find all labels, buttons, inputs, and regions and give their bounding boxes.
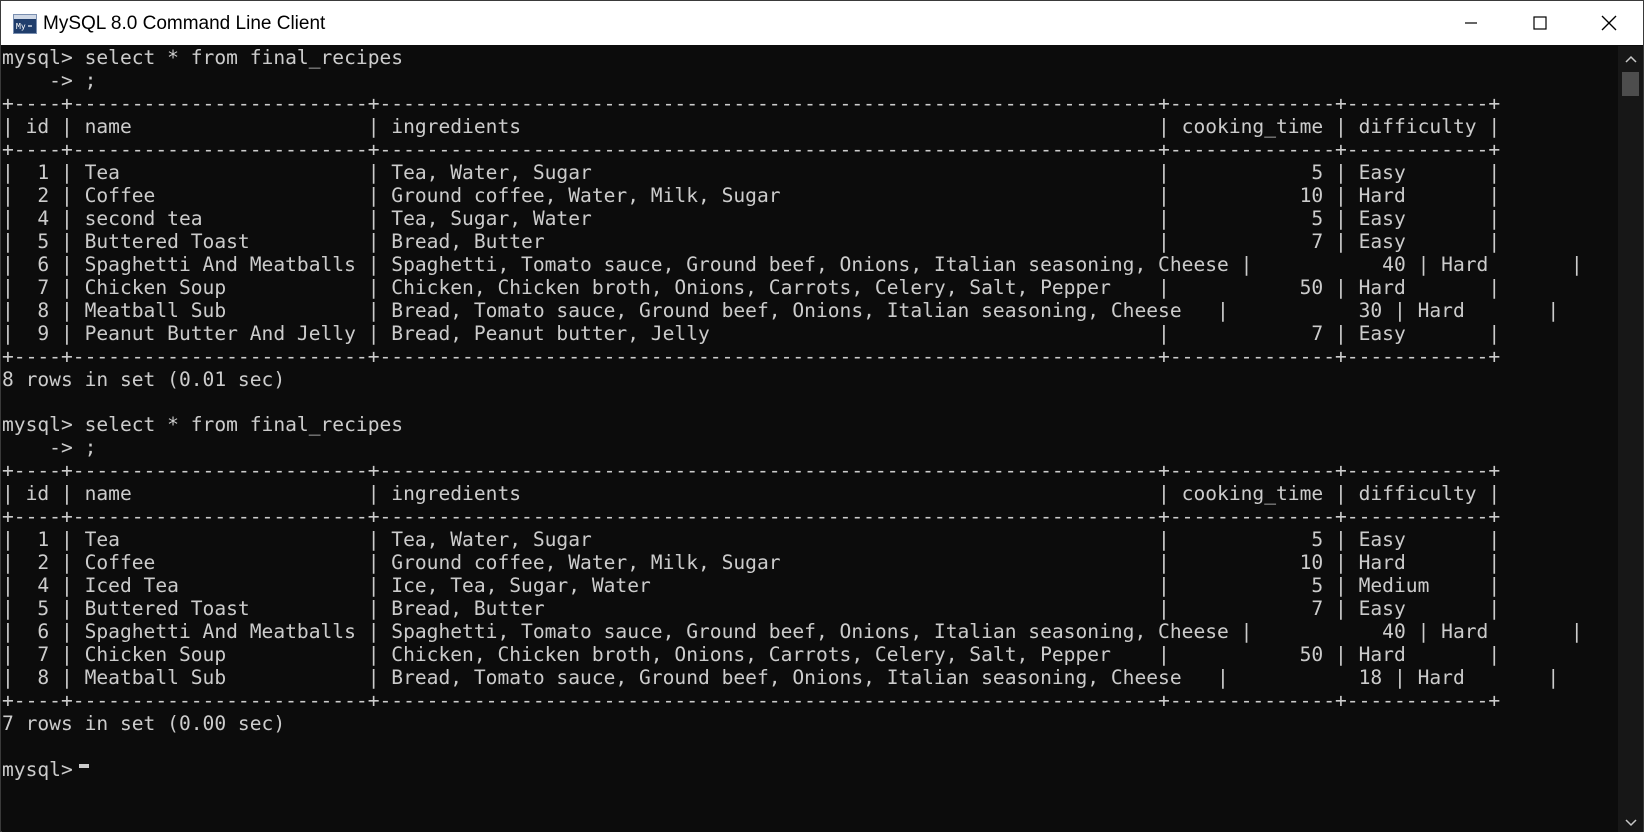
table-row: | 4 | second tea | Tea, Sugar, Water | 5…: [2, 207, 1501, 230]
table-row: | 4 | Iced Tea | Ice, Tea, Sugar, Water …: [2, 574, 1501, 597]
maximize-icon: [1532, 16, 1547, 30]
console-line-continuation-2: -> ;: [2, 436, 97, 459]
maximize-button[interactable]: [1505, 1, 1574, 45]
console-line-active-prompt[interactable]: mysql>: [2, 758, 85, 782]
table-border: +----+-------------------------+--------…: [2, 345, 1501, 368]
scroll-up-arrow-icon: [1624, 48, 1637, 67]
window-title: MySQL 8.0 Command Line Client: [43, 13, 326, 34]
table-row: | 2 | Coffee | Ground coffee, Water, Mil…: [2, 551, 1501, 574]
svg-text:My: My: [16, 22, 26, 31]
table-row: | 8 | Meatball Sub | Bread, Tomato sauce…: [2, 299, 1560, 322]
text-cursor: [79, 764, 89, 768]
table-row: | 9 | Peanut Butter And Jelly | Bread, P…: [2, 322, 1501, 345]
close-button[interactable]: [1574, 1, 1643, 45]
console-line-prompt-1: mysql> select * from final_recipes: [2, 46, 404, 69]
table-border: +----+-------------------------+--------…: [2, 92, 1501, 115]
title-bar[interactable]: My MySQL 8.0 Command Line Client: [1, 1, 1643, 45]
table-row: | 5 | Buttered Toast | Bread, Butter | 7…: [2, 597, 1501, 620]
table-row: | 1 | Tea | Tea, Water, Sugar | 5 | Easy…: [2, 528, 1501, 551]
scroll-down-button[interactable]: [1618, 810, 1643, 832]
table-border: +----+-------------------------+--------…: [2, 689, 1501, 712]
table-row: | 1 | Tea | Tea, Water, Sugar | 5 | Easy…: [2, 161, 1501, 184]
result-summary: 8 rows in set (0.01 sec): [2, 368, 286, 391]
console-window: My MySQL 8.0 Command Line Client mysql> …: [0, 0, 1644, 832]
table-row: | 6 | Spaghetti And Meatballs | Spaghett…: [2, 253, 1583, 276]
scroll-down-arrow-icon: [1624, 812, 1637, 831]
mysql-console-icon: My: [13, 14, 37, 34]
console-line-prompt-2: mysql> select * from final_recipes: [2, 413, 404, 436]
table-row: | 5 | Buttered Toast | Bread, Butter | 7…: [2, 230, 1501, 253]
table-header-row: | id | name | ingredients | cooking_time…: [2, 115, 1501, 138]
table-border: +----+-------------------------+--------…: [2, 505, 1501, 528]
minimize-button[interactable]: [1436, 1, 1505, 45]
table-row: | 8 | Meatball Sub | Bread, Tomato sauce…: [2, 666, 1560, 689]
scroll-thumb[interactable]: [1622, 72, 1639, 96]
table-row: | 6 | Spaghetti And Meatballs | Spaghett…: [2, 620, 1583, 643]
minimize-icon: [1464, 16, 1478, 30]
table-header-row: | id | name | ingredients | cooking_time…: [2, 482, 1501, 505]
table-row: | 7 | Chicken Soup | Chicken, Chicken br…: [2, 276, 1501, 299]
result-summary: 7 rows in set (0.00 sec): [2, 712, 286, 735]
close-icon: [1601, 15, 1617, 31]
table-row: | 7 | Chicken Soup | Chicken, Chicken br…: [2, 643, 1501, 666]
vertical-scrollbar[interactable]: [1618, 46, 1643, 832]
scroll-up-button[interactable]: [1618, 46, 1643, 68]
console-line-continuation-1: -> ;: [2, 69, 97, 92]
table-border: +----+-------------------------+--------…: [2, 459, 1501, 482]
console-output[interactable]: mysql> select * from final_recipes -> ; …: [2, 46, 1618, 832]
table-row: | 2 | Coffee | Ground coffee, Water, Mil…: [2, 184, 1501, 207]
table-border: +----+-------------------------+--------…: [2, 138, 1501, 161]
